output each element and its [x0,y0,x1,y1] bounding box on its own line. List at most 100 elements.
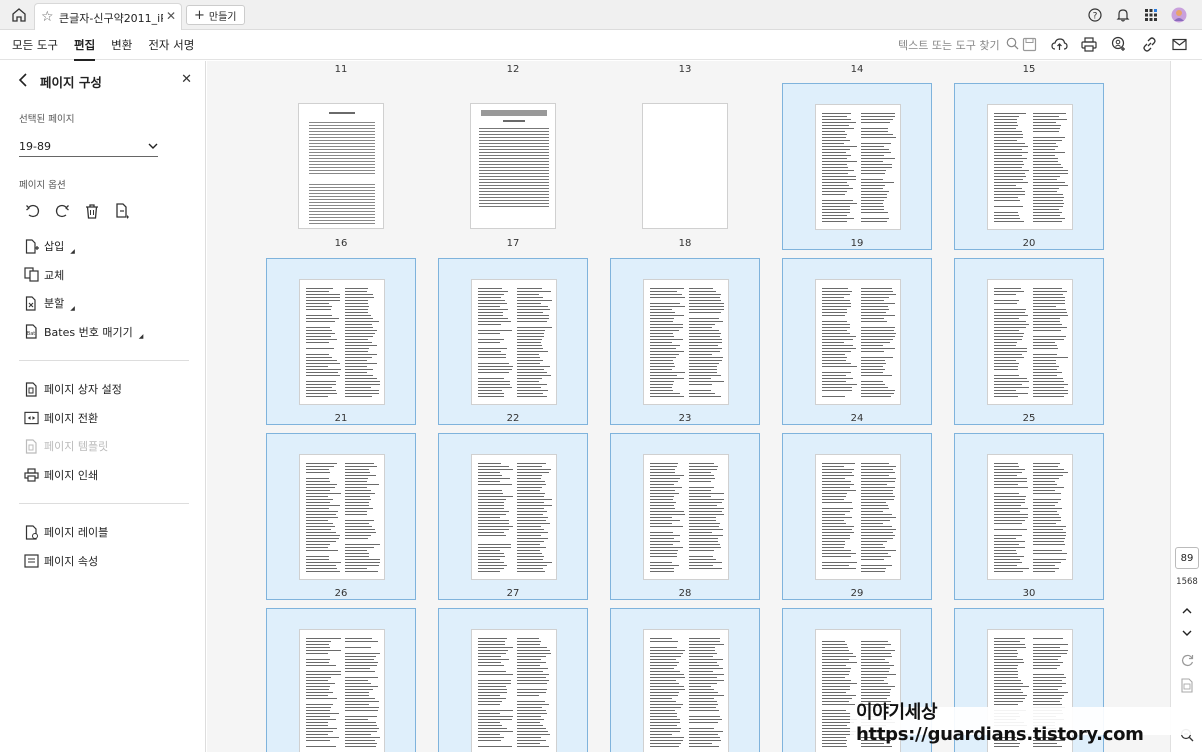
page-thumbnail[interactable] [954,433,1104,600]
avatar[interactable] [1170,6,1188,24]
option-split-page[interactable]: 분할 ◢ [24,295,75,312]
apps-grid-icon[interactable] [1142,6,1160,24]
text-line [994,357,1024,358]
page-thumbnail[interactable] [610,258,760,425]
refresh-icon[interactable] [1179,652,1195,668]
text-line [650,707,681,708]
text-line [345,363,377,364]
text-line [822,743,846,744]
text-line [1033,321,1060,322]
menu-item[interactable]: 전자 서명 [148,37,194,53]
text-line [478,731,513,732]
save-icon[interactable] [1020,35,1038,53]
text-line [822,677,845,678]
text-line [1033,520,1061,521]
page-thumbnail[interactable] [266,83,416,250]
text-line [994,324,1029,325]
page-fit-icon[interactable] [1179,677,1195,693]
bell-icon[interactable] [1114,6,1132,24]
page-thumbnail[interactable] [782,433,932,600]
page-thumbnail[interactable] [782,258,932,425]
page-thumbnail-grid[interactable]: 11 12 13 14 15 16 17 18 19 20 21 22 23 24 25 26 27 28 29 30 [207,61,1170,752]
page-thumbnail[interactable] [438,258,588,425]
page-thumbnail[interactable] [610,608,760,752]
text-line [822,463,855,464]
text-line [1033,384,1068,385]
option-page-label[interactable]: 페이지 레이블 [24,524,108,540]
text-line [1033,680,1062,681]
text-line [861,541,887,542]
text-line [994,481,1027,482]
text-line [861,381,883,382]
option-page-properties[interactable]: 페이지 속성 [24,553,98,569]
text-line [345,671,375,672]
text-line [306,499,333,500]
close-icon[interactable]: ✕ [181,72,192,87]
create-button[interactable]: + 만들기 [186,5,245,25]
text-line [689,360,722,361]
trash-icon[interactable] [84,203,100,219]
text-line [861,532,893,533]
option-replace-page[interactable]: 교체 [24,267,64,283]
option-print[interactable]: 페이지 인쇄 [24,467,98,483]
page-thumbnail[interactable] [954,83,1104,250]
home-icon[interactable] [10,6,28,24]
option-insert-page[interactable]: 삽입 ◢ [24,238,75,255]
rotate-left-icon[interactable] [24,203,40,219]
page-thumbnail[interactable] [438,83,588,250]
upload-cloud-icon[interactable] [1050,35,1068,53]
share-person-icon[interactable] [1110,35,1128,53]
table-line [309,134,375,135]
menu-item[interactable]: 변환 [111,37,132,53]
text-line [822,650,849,651]
table-line [309,155,375,156]
document-tab[interactable]: ☆ 큰글자-신구약2011_iPa... ✕ [34,3,182,30]
text-line [1033,463,1060,464]
star-icon[interactable]: ☆ [41,9,54,25]
chevron-down-icon[interactable] [1179,625,1195,641]
current-page-input[interactable]: 89 [1175,547,1199,569]
option-page-box[interactable]: 페이지 상자 설정 [24,381,122,397]
close-icon[interactable]: ✕ [166,9,176,23]
text-line [306,674,341,675]
text-line [345,312,368,313]
menu-item[interactable]: 모든 도구 [12,37,58,53]
page-thumbnail[interactable] [782,83,932,250]
text-line [861,529,896,530]
text-line [1033,532,1066,533]
option-page-transition[interactable]: 페이지 전환 [24,410,98,426]
page-thumbnail[interactable] [610,433,760,600]
page-thumbnail[interactable] [266,433,416,600]
rotate-right-icon[interactable] [54,203,70,219]
text-line [861,194,887,195]
option-bates[interactable]: Bat Bates 번호 매기기 ◢ [24,324,143,340]
text-line [994,496,1026,497]
text-line [1033,571,1055,572]
page-thumbnail[interactable] [954,258,1104,425]
text-line [650,520,680,521]
link-icon[interactable] [1140,35,1158,53]
page-thumbnail[interactable] [610,83,760,250]
text-line [478,469,513,470]
mail-icon[interactable] [1170,35,1188,53]
page-range-select[interactable]: 19-89 [19,137,158,157]
search-field[interactable]: 텍스트 또는 도구 찾기 [898,37,1019,53]
page-thumbnail[interactable] [438,608,588,752]
extract-page-icon[interactable] [114,203,130,219]
page-thumbnail[interactable] [266,258,416,425]
help-icon[interactable]: ? [1086,6,1104,24]
back-arrow-icon[interactable] [18,73,28,90]
text-line [689,348,722,349]
text-line [1033,511,1057,512]
text-line [345,487,367,488]
page-thumbnail[interactable] [438,433,588,600]
page-preview [471,629,557,752]
option-label: 페이지 템플릿 [44,440,109,453]
text-line [345,641,378,642]
print-icon[interactable] [1080,35,1098,53]
page-thumbnail[interactable] [266,608,416,752]
menu-item[interactable]: 편집 [73,37,96,61]
chevron-up-icon[interactable] [1179,602,1195,618]
text-line [479,203,549,204]
text-line [822,155,851,156]
